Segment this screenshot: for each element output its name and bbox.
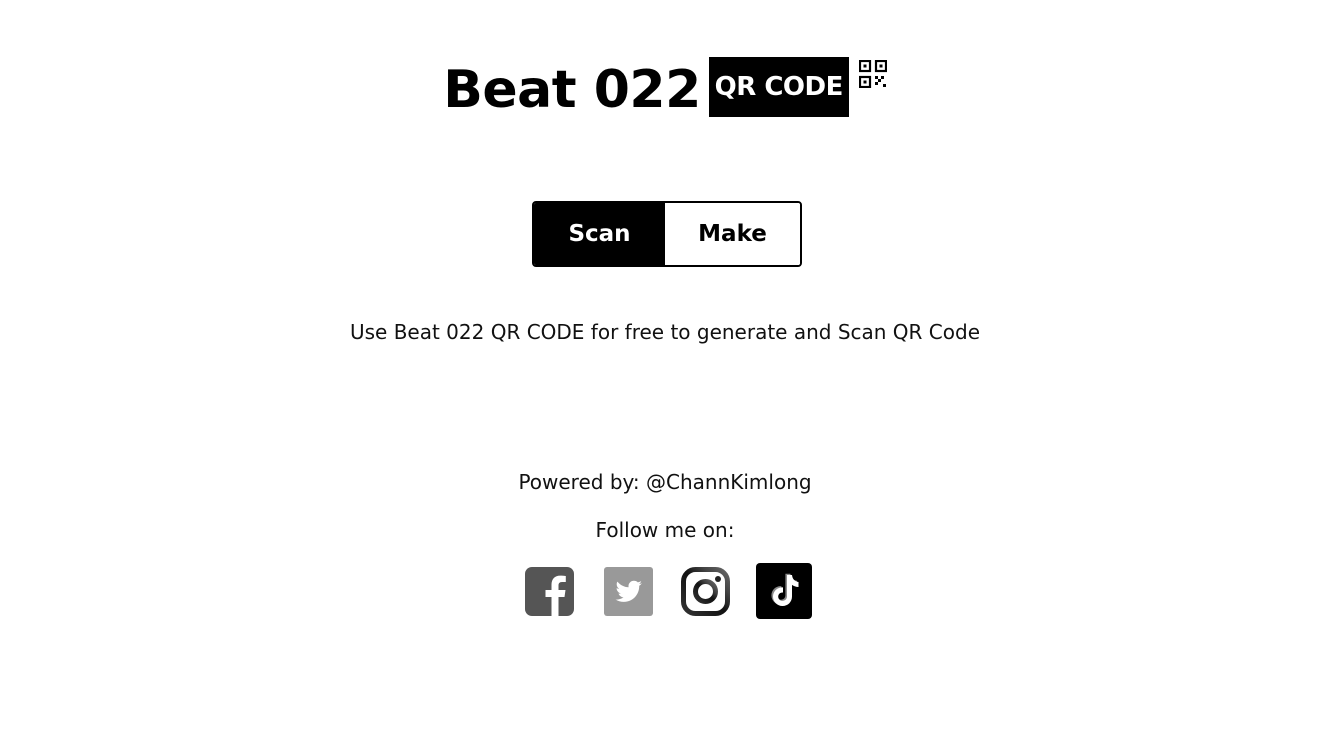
make-button[interactable]: Make — [665, 203, 800, 265]
follow-label: Follow me on: — [595, 518, 735, 542]
social-links — [522, 562, 814, 622]
tiktok-icon — [756, 563, 812, 619]
mode-toggle: Scan Make — [532, 201, 802, 267]
instagram-icon — [681, 567, 730, 616]
facebook-icon — [525, 567, 574, 616]
twitter-link[interactable] — [604, 567, 653, 616]
twitter-icon — [604, 567, 653, 616]
scan-button[interactable]: Scan — [534, 203, 665, 265]
brand-title: Beat 022 — [443, 60, 701, 120]
header: Beat 022 QR CODE — [0, 56, 1330, 124]
brand-badge: QR CODE — [708, 57, 849, 117]
qr-code-icon — [858, 59, 887, 89]
tagline: Use Beat 022 QR CODE for free to generat… — [349, 320, 981, 344]
page: Beat 022 QR CODE Scan Make Use Beat 022 … — [0, 0, 1330, 736]
facebook-link[interactable] — [525, 567, 574, 616]
powered-by-text: Powered by: @ChannKimlong — [518, 470, 812, 494]
tiktok-link[interactable] — [756, 563, 812, 619]
instagram-link[interactable] — [681, 567, 730, 616]
